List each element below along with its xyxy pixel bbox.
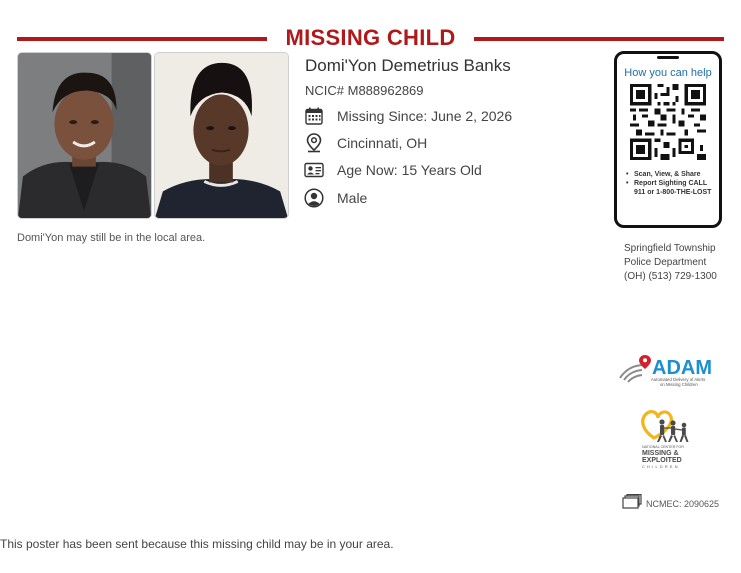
- ncmec-line-4: CHILDREN: [642, 465, 680, 469]
- ncmec-line-1: NATIONAL CENTER FOR: [642, 445, 684, 449]
- id-card-icon: [304, 160, 324, 180]
- sex: Male: [337, 190, 368, 206]
- qr-code[interactable]: [630, 84, 706, 160]
- ncic-number: NCIC# M888962869: [305, 83, 424, 98]
- sex-row: Male: [304, 187, 367, 209]
- ncmec-line-2: MISSING &: [642, 450, 679, 457]
- title-rule-right: [474, 37, 724, 41]
- child-photo-1: [17, 52, 152, 219]
- help-heading: How you can help: [624, 67, 712, 79]
- help-instructions: Scan, View, & Share Report Sighting CALL…: [626, 170, 718, 197]
- agency-name-line1: Springfield Township: [624, 243, 716, 254]
- adam-subtitle-2: on Missing Children: [660, 382, 698, 387]
- ncmec-logo: NATIONAL CENTER FOR MISSING & EXPLOITED …: [641, 410, 689, 469]
- ncmec-case-number: NCMEC: 2090625: [622, 494, 719, 514]
- adam-wordmark: ADAM: [652, 357, 712, 379]
- folders-icon: [622, 494, 642, 514]
- agency-phone[interactable]: (OH) (513) 729-1300: [624, 270, 717, 284]
- missing-since-row: Missing Since: June 2, 2026: [304, 105, 512, 127]
- age-row: Age Now: 15 Years Old: [304, 159, 482, 181]
- location-pin-icon: [304, 133, 324, 153]
- location-row: Cincinnati, OH: [304, 132, 427, 154]
- poster-title: MISSING CHILD: [285, 25, 456, 50]
- age-now: Age Now: 15 Years Old: [337, 162, 482, 178]
- case-number-text: NCMEC: 2090625: [646, 499, 720, 509]
- adam-logo: ADAM Automated Delivery of Alerts on Mis…: [619, 355, 712, 387]
- footer-notice: This poster has been sent because this m…: [0, 537, 394, 551]
- calendar-icon: [304, 106, 324, 126]
- help-item-report: Report Sighting CALL 911 or 1-800-THE-LO…: [626, 179, 718, 197]
- photo-caption: Domi'Yon may still be in the local area.: [17, 232, 206, 244]
- ncmec-line-3: EXPLOITED: [642, 457, 682, 464]
- child-name: Domi'Yon Demetrius Banks: [305, 56, 511, 75]
- agency-name-line2: Police Department: [624, 257, 707, 268]
- person-icon: [304, 188, 324, 208]
- child-photo-2: [154, 52, 289, 219]
- missing-since: Missing Since: June 2, 2026: [337, 108, 513, 124]
- agency-contact: Springfield Township Police Department (…: [624, 242, 717, 284]
- last-location: Cincinnati, OH: [337, 135, 428, 151]
- phone-notch: [657, 56, 679, 59]
- title-rule-left: [17, 37, 267, 41]
- help-item-share: Scan, View, & Share: [626, 170, 718, 179]
- phone-help-card: How you can help Scan, View, & Share Rep…: [614, 51, 722, 228]
